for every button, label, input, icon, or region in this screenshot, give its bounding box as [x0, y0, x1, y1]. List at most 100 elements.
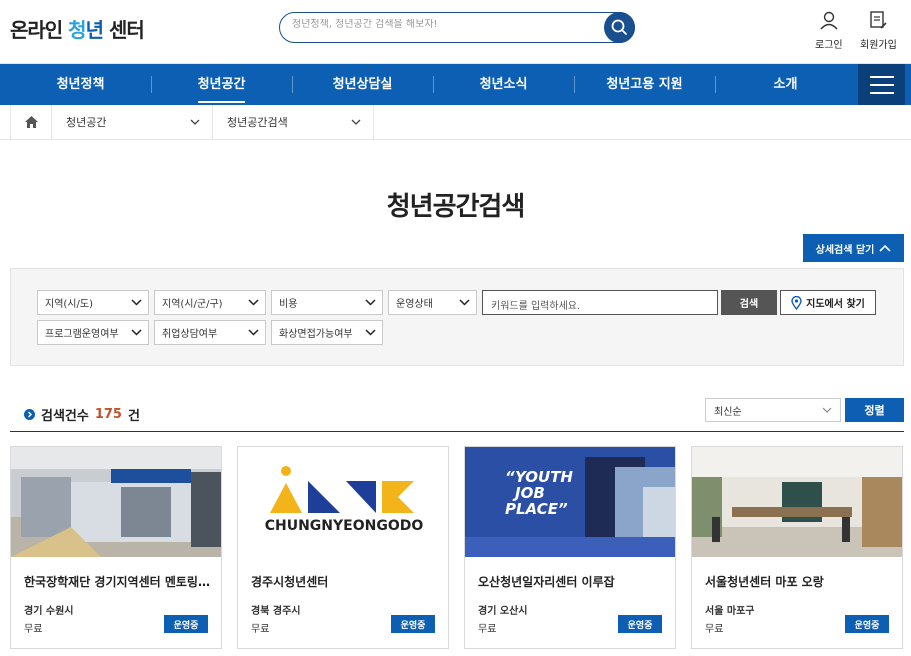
logo-text-1: 온라인 [10, 18, 69, 42]
global-search [279, 12, 635, 43]
hamburger-icon [869, 75, 894, 78]
card-location: 경북 경주시 [251, 606, 301, 617]
card-location: 서울 마포구 [705, 606, 755, 617]
chevron-down-icon [459, 299, 470, 306]
logo-text-4: 센터 [102, 18, 145, 42]
keyword-input[interactable]: 키워드를 입력하세요. [482, 290, 718, 315]
card-title: 한국장학재단 경기지역센터 멘토링 라운지 [24, 575, 214, 589]
user-icon [820, 11, 838, 30]
card-title: 서울청년센터 마포 오랑 [705, 575, 824, 589]
select-label: 프로그램운영여부 [45, 329, 119, 340]
interview-select[interactable]: 화상면접가능여부 [271, 320, 383, 345]
nav-label: 청년정책 [56, 77, 105, 92]
space-logo-image: CHUNGNYEONGODO [238, 447, 448, 557]
breadcrumb-dropdown-2[interactable]: 청년공간검색 [213, 105, 374, 139]
chevron-down-icon [248, 299, 259, 306]
status-badge: 운영중 [845, 615, 889, 633]
login-link[interactable]: 로그인 [815, 10, 843, 51]
space-photo [692, 447, 902, 557]
hamburger-line [869, 91, 894, 94]
breadcrumb: 청년공간 청년공간검색 [0, 105, 911, 140]
card-fee: 무료 [24, 624, 43, 635]
home-button[interactable] [10, 105, 52, 139]
card-fee: 무료 [705, 624, 724, 635]
select-label: 지역(시/도) [45, 299, 93, 310]
breadcrumb-dropdown-1[interactable]: 청년공간 [52, 105, 213, 139]
select-label: 비용 [279, 299, 298, 310]
logo-text-2: 청 [68, 18, 86, 42]
region-sido-select[interactable]: 지역(시/도) [37, 290, 149, 315]
nav-item-about[interactable]: 소개 [715, 64, 856, 105]
wall-text-line: JOB [515, 484, 545, 502]
chevron-down-icon [190, 119, 200, 125]
logo-text: CHUNGNYEONGODO [264, 518, 424, 534]
space-card[interactable]: CHUNGNYEONGODO 경주시청년센터 경북 경주시 무료 운영중 [237, 446, 449, 649]
chevron-down-icon [351, 119, 361, 125]
search-button[interactable] [604, 12, 635, 43]
search-input[interactable] [292, 19, 592, 30]
card-title: 오산청년일자리센터 이루잡 [478, 575, 615, 589]
space-photo: “YOUTH JOB PLACE” [465, 447, 675, 557]
sort-select[interactable]: 최신순 [705, 398, 841, 422]
hamburger-line [869, 83, 894, 86]
counseling-select[interactable]: 취업상담여부 [154, 320, 266, 345]
site-header: 온라인 청년 센터 로그인 회원가입 [0, 0, 911, 64]
status-select[interactable]: 운영상태 [388, 290, 477, 315]
count-unit: 건 [127, 409, 140, 424]
chevron-down-icon [131, 329, 142, 336]
chevron-up-icon [879, 244, 891, 252]
search-icon [611, 19, 627, 35]
signup-label: 회원가입 [860, 40, 897, 51]
nav-label: 청년고용 지원 [606, 77, 683, 92]
advanced-search-toggle[interactable]: 상세검색 닫기 [803, 234, 904, 262]
status-badge: 운영중 [618, 615, 662, 633]
select-label: 취업상담여부 [162, 329, 218, 340]
nav-label: 소개 [773, 77, 798, 92]
status-badge: 운영중 [164, 615, 208, 633]
site-logo[interactable]: 온라인 청년 센터 [10, 14, 145, 43]
space-card[interactable]: 서울청년센터 마포 오랑 서울 마포구 무료 운영중 [691, 446, 903, 649]
space-card[interactable]: 한국장학재단 경기지역센터 멘토링 라운지 경기 수원시 무료 운영중 [10, 446, 222, 649]
map-button-label: 지도에서 찾기 [806, 299, 865, 310]
space-photo [11, 447, 221, 557]
nav-item-news[interactable]: 청년소식 [433, 64, 574, 105]
map-search-button[interactable]: 지도에서 찾기 [780, 290, 876, 315]
map-pin-icon [791, 295, 802, 310]
nav-label: 청년상담실 [332, 77, 393, 92]
chevron-down-icon [365, 299, 376, 306]
chevron-down-icon [365, 329, 376, 336]
nav-item-counseling[interactable]: 청년상담실 [292, 64, 433, 105]
space-card[interactable]: “YOUTH JOB PLACE” 오산청년일자리센터 이루잡 경기 오산시 무… [464, 446, 676, 649]
nav-label: 청년소식 [479, 77, 528, 92]
nav-item-policy[interactable]: 청년정책 [10, 64, 151, 105]
nav-item-space[interactable]: 청년공간 [151, 64, 292, 105]
logo-text-3: 년 [85, 18, 104, 42]
signup-link[interactable]: 회원가입 [860, 10, 897, 51]
breadcrumb-label: 청년공간 [66, 116, 107, 129]
select-label: 운영상태 [396, 299, 433, 310]
page-title: 청년공간검색 [386, 192, 526, 222]
main-nav: 청년정책 청년공간 청년상담실 청년소식 청년고용 지원 소개 [0, 64, 911, 105]
cost-select[interactable]: 비용 [271, 290, 383, 315]
sort-button[interactable]: 정렬 [845, 398, 904, 422]
region-sigungu-select[interactable]: 지역(시/군/구) [154, 290, 266, 315]
chevron-down-icon [822, 407, 832, 413]
card-title: 경주시청년센터 [251, 575, 329, 589]
count-number: 175 [94, 407, 122, 422]
breadcrumb-label: 청년공간검색 [227, 116, 288, 129]
card-fee: 무료 [251, 624, 270, 635]
sort-value: 최신순 [714, 406, 742, 418]
chevron-down-icon [248, 329, 259, 336]
card-location: 경기 수원시 [24, 606, 74, 617]
filter-panel [10, 268, 904, 366]
signup-icon [870, 11, 887, 29]
menu-button[interactable] [858, 64, 905, 105]
select-label: 지역(시/군/구) [162, 299, 223, 310]
home-icon [24, 116, 38, 128]
search-submit-button[interactable]: 검색 [721, 290, 777, 315]
nav-item-employment[interactable]: 청년고용 지원 [574, 64, 715, 105]
card-location: 경기 오산시 [478, 606, 528, 617]
select-label: 화상면접가능여부 [279, 329, 353, 340]
program-select[interactable]: 프로그램운영여부 [37, 320, 149, 345]
login-label: 로그인 [815, 40, 843, 51]
